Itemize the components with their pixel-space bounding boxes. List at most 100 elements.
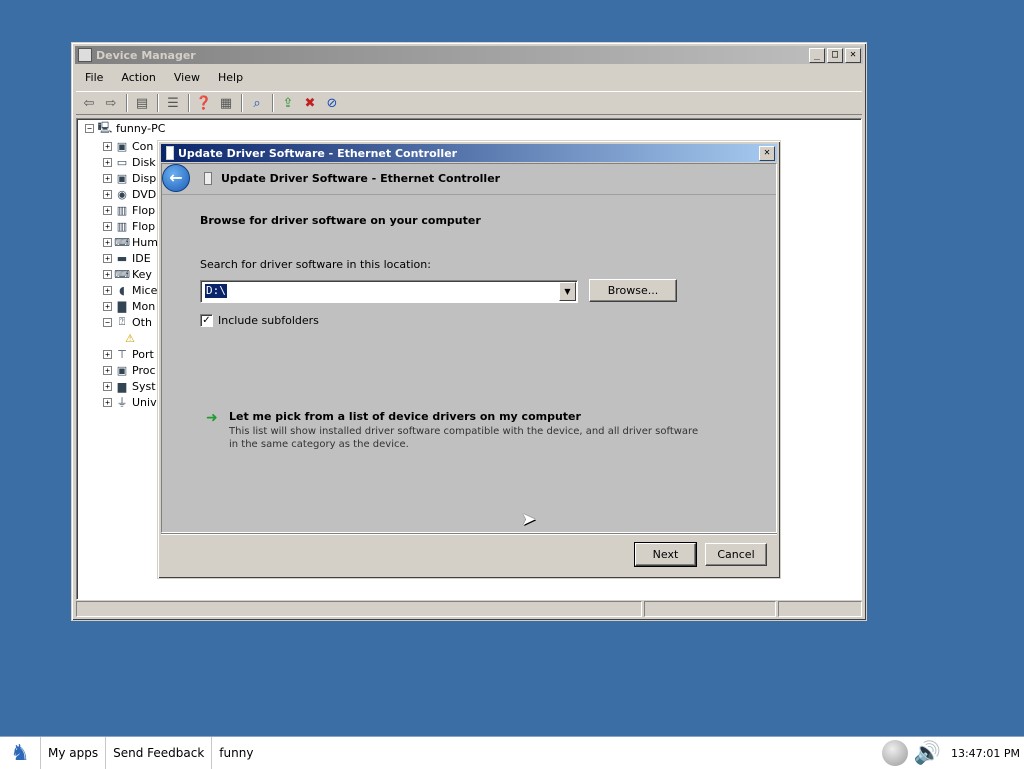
tree-item-label: Mice bbox=[132, 283, 158, 297]
maximize-button[interactable]: □ bbox=[827, 48, 843, 63]
device-icon bbox=[204, 172, 212, 185]
tree-item-label: Mon bbox=[132, 299, 156, 313]
tree-item[interactable]: + ▣ Proc bbox=[103, 362, 156, 378]
dialog-titlebar[interactable]: Update Driver Software - Ethernet Contro… bbox=[161, 144, 777, 162]
browse-button[interactable]: Browse... bbox=[589, 279, 677, 302]
warning-device-icon: ⚠ bbox=[125, 331, 135, 345]
expand-toggle[interactable]: + bbox=[103, 189, 112, 199]
tree-item-label: Port bbox=[132, 347, 154, 361]
floppy-controller-icon: ▥ bbox=[116, 203, 128, 217]
list-icon[interactable]: ☰ bbox=[164, 95, 182, 111]
computer-icon: 🖳 bbox=[97, 121, 113, 134]
help-icon[interactable]: ❓ bbox=[195, 95, 213, 111]
tree-item-label: IDE bbox=[132, 251, 151, 265]
taskbar-send-feedback[interactable]: Send Feedback bbox=[106, 737, 213, 769]
expand-toggle[interactable]: + bbox=[103, 397, 112, 407]
location-input[interactable]: D:\ bbox=[205, 284, 227, 298]
expand-toggle[interactable]: + bbox=[103, 269, 112, 279]
minimize-button[interactable]: _ bbox=[809, 48, 825, 63]
properties-icon[interactable]: ▤ bbox=[133, 95, 151, 111]
tree-item[interactable]: + ▇ Mon bbox=[103, 298, 155, 314]
tree-item[interactable]: + ⌨ Key bbox=[103, 266, 152, 282]
tree-item-label: Disk bbox=[132, 155, 156, 169]
dialog-close-button[interactable]: ✕ bbox=[759, 146, 775, 161]
scan-hardware-icon[interactable]: ⌕ bbox=[248, 95, 266, 111]
tree-item-label: Flop bbox=[132, 203, 156, 217]
taskbar: ♞ My apps Send Feedback funny 🔊 13:47:01… bbox=[0, 736, 1024, 769]
back-arrow-icon[interactable]: ⇦ bbox=[80, 95, 98, 111]
uninstall-icon[interactable]: ✖ bbox=[301, 95, 319, 111]
expand-toggle[interactable]: + bbox=[103, 205, 112, 215]
menu-file[interactable]: File bbox=[76, 71, 112, 84]
update-driver-dialog: Update Driver Software - Ethernet Contro… bbox=[157, 140, 781, 579]
expand-toggle[interactable]: + bbox=[103, 141, 112, 151]
tree-item-label: Key bbox=[132, 267, 152, 281]
page-heading: Browse for driver software on your compu… bbox=[200, 214, 481, 227]
disable-icon[interactable]: ⊘ bbox=[323, 95, 341, 111]
tree-item[interactable]: + ◉ DVD bbox=[103, 186, 156, 202]
cancel-button[interactable]: Cancel bbox=[705, 543, 767, 566]
tree-item[interactable]: + ▥ Flop bbox=[103, 202, 155, 218]
tree-item[interactable]: − ⍰ Oth bbox=[103, 314, 152, 330]
tree-item[interactable]: + ◖ Mice bbox=[103, 282, 157, 298]
close-button[interactable]: ✕ bbox=[845, 48, 861, 63]
tree-item[interactable]: + ▣ Con bbox=[103, 138, 153, 154]
tree-item-label: DVD bbox=[132, 187, 157, 201]
expand-toggle[interactable]: + bbox=[103, 221, 112, 231]
tree-item[interactable]: + ⊤ Port bbox=[103, 346, 154, 362]
wizard-header: ← Update Driver Software - Ethernet Cont… bbox=[162, 164, 776, 194]
location-combobox[interactable]: D:\ ▼ bbox=[200, 280, 578, 303]
expand-toggle[interactable]: + bbox=[103, 365, 112, 375]
collapse-toggle[interactable]: − bbox=[103, 317, 112, 327]
menu-help[interactable]: Help bbox=[209, 71, 252, 84]
expand-toggle[interactable]: + bbox=[103, 173, 112, 183]
tree-item[interactable]: + ▭ Disk bbox=[103, 154, 156, 170]
clock: 13:47:01 PM bbox=[950, 746, 1020, 760]
back-arrow-icon[interactable]: ← bbox=[162, 164, 190, 192]
chevron-down-icon[interactable]: ▼ bbox=[559, 282, 576, 301]
tree-item[interactable]: + ⌨ Hum bbox=[103, 234, 158, 250]
status-panel bbox=[644, 601, 776, 617]
taskbar-my-apps[interactable]: My apps bbox=[41, 737, 107, 769]
location-label: Search for driver software in this locat… bbox=[200, 258, 431, 271]
mouse-icon: ◖ bbox=[119, 283, 125, 297]
pick-from-list-link[interactable]: Let me pick from a list of device driver… bbox=[229, 410, 581, 423]
expand-toggle[interactable]: + bbox=[103, 237, 112, 247]
tree-item[interactable]: + ▣ Disp bbox=[103, 170, 156, 186]
toolbar: ⇦ ⇨ ▤ ☰ ❓ ▦ ⌕ ⇪ ✖ ⊘ bbox=[76, 91, 862, 115]
other-devices-icon: ⍰ bbox=[118, 315, 126, 328]
include-subfolders-checkbox[interactable]: ✓ bbox=[200, 314, 213, 327]
network-icon[interactable] bbox=[881, 740, 908, 766]
tree-item-ethernet-controller[interactable]: ⚠ bbox=[123, 330, 140, 346]
tree-item[interactable]: + ▥ Flop bbox=[103, 218, 155, 234]
expand-toggle[interactable]: + bbox=[103, 253, 112, 263]
expand-toggle[interactable]: + bbox=[103, 381, 112, 391]
menu-bar: File Action View Help bbox=[76, 67, 862, 87]
dialog-title: Update Driver Software - Ethernet Contro… bbox=[178, 146, 458, 160]
expand-toggle[interactable]: + bbox=[103, 157, 112, 167]
menu-action[interactable]: Action bbox=[112, 71, 164, 84]
menu-view[interactable]: View bbox=[165, 71, 209, 84]
include-subfolders-label[interactable]: Include subfolders bbox=[218, 314, 319, 327]
expand-toggle[interactable]: + bbox=[103, 301, 112, 311]
taskbar-window-funny[interactable]: funny bbox=[212, 737, 260, 769]
toolbar-separator bbox=[188, 94, 189, 112]
tree-item-label: Flop bbox=[132, 219, 156, 233]
volume-icon[interactable]: 🔊 bbox=[914, 741, 941, 766]
tree-item[interactable]: + ▬ IDE bbox=[103, 250, 151, 266]
tree-root[interactable]: − 🖳 funny-PC bbox=[85, 121, 165, 135]
expand-toggle[interactable]: + bbox=[103, 285, 112, 295]
collapse-toggle[interactable]: − bbox=[85, 124, 94, 133]
tree-item[interactable]: + ⏚ Univ bbox=[103, 394, 157, 410]
forward-arrow-icon[interactable]: ⇨ bbox=[102, 95, 120, 111]
device-manager-titlebar[interactable]: Device Manager _ □ ✕ bbox=[75, 46, 863, 64]
update-driver-icon[interactable]: ⇪ bbox=[279, 95, 297, 111]
mouse-pointer-icon: ➤ bbox=[521, 509, 537, 530]
start-menu-icon[interactable]: ♞ bbox=[0, 737, 41, 769]
view-icon[interactable]: ▦ bbox=[217, 95, 235, 111]
status-bar bbox=[76, 601, 862, 617]
next-button[interactable]: Next bbox=[634, 542, 697, 567]
expand-toggle[interactable]: + bbox=[103, 349, 112, 359]
tree-item[interactable]: + ▆ Syst bbox=[103, 378, 156, 394]
system-tray: 🔊 13:47:01 PM bbox=[881, 737, 1020, 769]
